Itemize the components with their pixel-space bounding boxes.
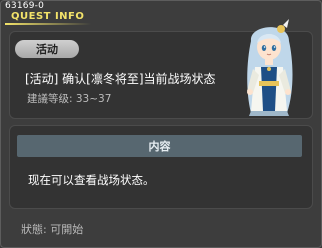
- quest-id: 63169-0: [5, 1, 45, 11]
- title-underline: [5, 23, 91, 25]
- quest-info-window: 63169-0 QUEST INFO 活动 [活动] 确认[凛冬将至]当前战场状…: [0, 0, 322, 248]
- quest-name: [活动] 确认[凛冬将至]当前战场状态: [25, 72, 216, 86]
- content-header: 内容: [17, 135, 302, 157]
- content-description: 现在可以查看战场状态。: [28, 173, 155, 187]
- npc-portrait-icon: [239, 19, 299, 119]
- recommended-level: 建議等级: 33~37: [27, 93, 112, 105]
- quest-status: 狀態: 可開始: [21, 223, 84, 236]
- window-title: QUEST INFO: [11, 11, 85, 22]
- event-badge: 活动: [15, 40, 79, 58]
